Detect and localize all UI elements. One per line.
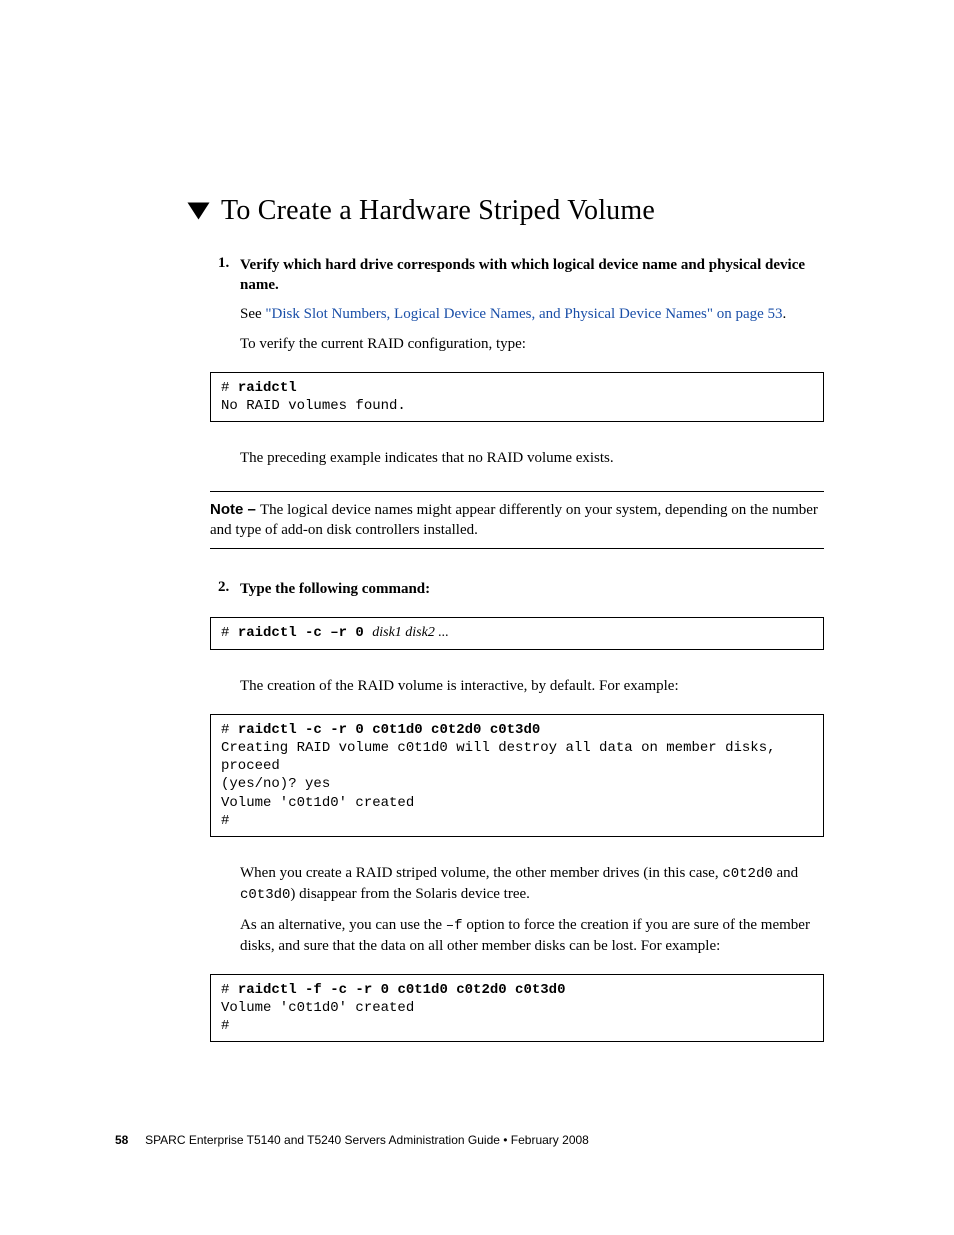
code-prompt: #: [221, 380, 238, 396]
triangle-down-icon: [188, 203, 210, 220]
section-heading-row: To Create a Hardware Striped Volume: [190, 195, 824, 227]
step-2-title: Type the following command:: [240, 579, 430, 599]
note-label: Note –: [210, 501, 260, 518]
code-prompt: #: [221, 982, 238, 998]
see-prefix: See: [240, 306, 265, 322]
text-part-3: ) disappear from the Solaris device tree…: [290, 886, 530, 902]
preceding-text: The preceding example indicates that no …: [240, 448, 824, 468]
see-suffix: .: [783, 306, 787, 322]
code-command: raidctl: [238, 380, 297, 396]
device-name-1: c0t2d0: [722, 866, 772, 882]
code-block-2: # raidctl -c –r 0 disk1 disk2 ...: [210, 617, 824, 649]
creation-text: The creation of the RAID volume is inter…: [240, 676, 824, 696]
page-footer: 58 SPARC Enterprise T5140 and T5240 Serv…: [115, 1133, 589, 1147]
text-part-2: and: [773, 865, 798, 881]
verify-text: To verify the current RAID configuration…: [240, 334, 824, 354]
when-create-text: When you create a RAID striped volume, t…: [240, 863, 824, 905]
code-block-3: # raidctl -c -r 0 c0t1d0 c0t2d0 c0t3d0 C…: [210, 714, 824, 837]
code-block-4: # raidctl -f -c -r 0 c0t1d0 c0t2d0 c0t3d…: [210, 974, 824, 1043]
code-output: Creating RAID volume c0t1d0 will destroy…: [221, 740, 776, 829]
alt-part-1: As an alternative, you can use the: [240, 917, 446, 933]
code-prompt: #: [221, 722, 238, 738]
code-args: disk1 disk2 ...: [372, 625, 449, 640]
code-output: Volume 'c0t1d0' created #: [221, 1000, 414, 1034]
footer-text: SPARC Enterprise T5140 and T5240 Servers…: [145, 1133, 589, 1147]
page-number: 58: [115, 1133, 128, 1147]
section-title: To Create a Hardware Striped Volume: [221, 195, 655, 227]
code-command: raidctl -c -r 0 c0t1d0 c0t2d0 c0t3d0: [238, 722, 540, 738]
note-box: Note – The logical device names might ap…: [210, 491, 824, 550]
step-1-row: 1. Verify which hard drive corresponds w…: [218, 255, 824, 296]
see-reference: See "Disk Slot Numbers, Logical Device N…: [240, 304, 824, 324]
text-part-1: When you create a RAID striped volume, t…: [240, 865, 722, 881]
code-block-1: # raidctl No RAID volumes found.: [210, 372, 824, 422]
option-f: –f: [446, 918, 463, 934]
code-output: No RAID volumes found.: [221, 398, 406, 414]
step-1-number: 1.: [218, 255, 240, 296]
cross-reference-link[interactable]: "Disk Slot Numbers, Logical Device Names…: [265, 306, 782, 322]
note-text: The logical device names might appear di…: [210, 502, 818, 538]
code-command: raidctl -f -c -r 0 c0t1d0 c0t2d0 c0t3d0: [238, 982, 566, 998]
code-prompt: #: [221, 625, 238, 641]
code-command: raidctl -c –r 0: [238, 625, 372, 641]
step-1-title: Verify which hard drive corresponds with…: [240, 255, 824, 296]
alternative-text: As an alternative, you can use the –f op…: [240, 915, 824, 956]
step-2-row: 2. Type the following command:: [218, 579, 824, 599]
device-name-2: c0t3d0: [240, 887, 290, 903]
step-2-number: 2.: [218, 579, 240, 599]
